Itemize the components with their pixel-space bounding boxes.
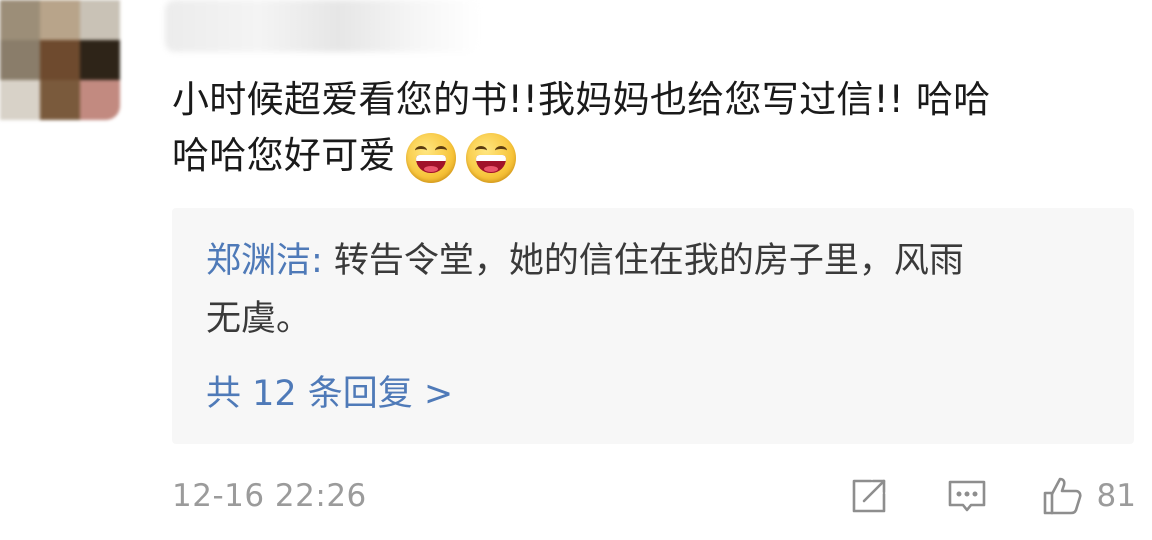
- avatar[interactable]: [0, 0, 120, 120]
- reply-preview-box[interactable]: 郑渊洁: 转告令堂，她的信住在我的房子里，风雨 无虞。 共 12 条回复 >: [172, 208, 1134, 444]
- comment-line-2: 哈哈您好可爱: [172, 128, 1147, 184]
- weibo-comment-card: 小时候超爱看您的书!!我妈妈也给您写过信!! 哈哈 哈哈您好可爱 郑渊洁: 转告…: [0, 0, 1152, 540]
- share-icon[interactable]: [847, 474, 891, 518]
- reply-text-line-2: 无虞。: [206, 299, 312, 339]
- comment-icon[interactable]: [945, 474, 989, 518]
- comment-line-2-text: 哈哈您好可爱: [172, 134, 396, 177]
- reply-text: 郑渊洁: 转告令堂，她的信住在我的房子里，风雨 无虞。: [206, 232, 1106, 348]
- like-count: 81: [1096, 478, 1136, 514]
- username-blurred[interactable]: [165, 0, 480, 52]
- comment-actions: 81: [847, 470, 1136, 522]
- comment-line-1: 小时候超爱看您的书!!我妈妈也给您写过信!! 哈哈: [172, 78, 991, 121]
- laughing-emoji-icon: [405, 132, 456, 183]
- view-more-replies-link[interactable]: 共 12 条回复 >: [206, 370, 453, 418]
- comment-body: 小时候超爱看您的书!!我妈妈也给您写过信!! 哈哈 哈哈您好可爱: [172, 72, 1147, 184]
- comment-timestamp: 12-16 22:26: [172, 478, 367, 514]
- thumbs-up-icon[interactable]: [1041, 474, 1085, 518]
- reply-author-link[interactable]: 郑渊洁:: [206, 241, 323, 281]
- laughing-emoji-icon: [465, 132, 516, 183]
- reply-text-line-1: 转告令堂，她的信住在我的房子里，风雨: [322, 241, 964, 281]
